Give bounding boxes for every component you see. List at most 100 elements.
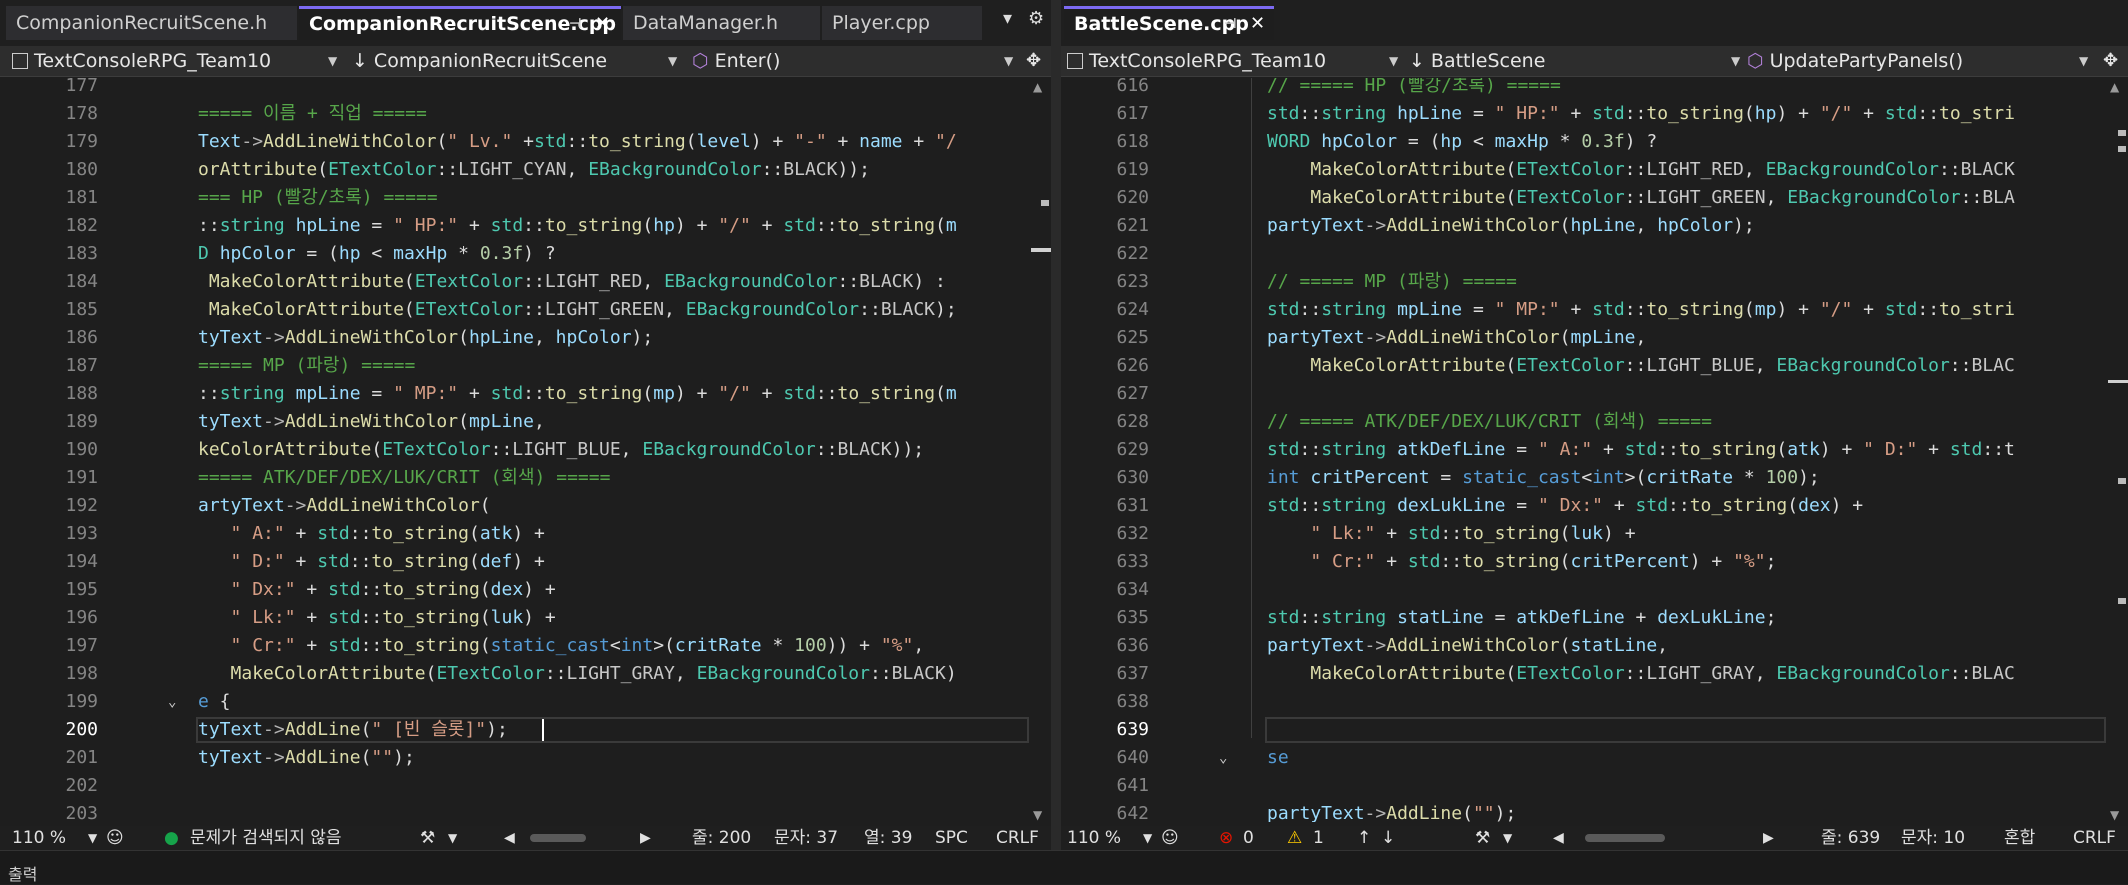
code-token: =	[1505, 439, 1538, 460]
project-dropdown[interactable]: TextConsoleRPG_Team10 ▼	[12, 46, 342, 76]
code-line: 198 MakeColorAttribute(ETextColor::LIGHT…	[0, 660, 1029, 688]
error-count[interactable]: 0	[1243, 826, 1254, 850]
next-issue-icon[interactable]: ↓	[1381, 826, 1395, 850]
vertical-scrollbar[interactable]: ▲ ▼	[2106, 78, 2128, 822]
scroll-left-icon[interactable]: ◀	[504, 826, 515, 850]
code-token: (	[479, 635, 491, 656]
tab-list-dropdown-icon[interactable]: ▾	[1003, 8, 1012, 29]
copilot-icon[interactable]: ☺	[106, 826, 124, 850]
project-dropdown[interactable]: TextConsoleRPG_Team10 ▼	[1067, 46, 1398, 76]
warning-icon[interactable]: ⚠	[1287, 826, 1302, 850]
line-number: 186	[65, 327, 98, 348]
scroll-up-icon[interactable]: ▲	[1033, 80, 1042, 94]
tab-battlescene-cpp[interactable]: BattleScene.cpp ⊣ ✕	[1064, 6, 1274, 40]
code-token: ,	[1635, 327, 1647, 348]
code-text: se	[1267, 744, 1289, 772]
code-token: +	[295, 635, 329, 656]
whitespace-indicator[interactable]: SPC	[935, 826, 968, 850]
code-token: ::	[349, 523, 372, 544]
chevron-down-icon[interactable]: ▼	[1143, 826, 1152, 850]
scroll-marker	[1041, 200, 1049, 206]
fold-toggle-icon[interactable]: ⌄	[168, 688, 176, 716]
code-token: ===== ATK/DEF/DEX/LUK/CRIT (회색) =====	[198, 467, 611, 488]
vertical-scrollbar[interactable]: ▲ ▼	[1029, 78, 1051, 822]
scope-dropdown[interactable]: ↓ BattleScene ▼	[1409, 46, 1744, 76]
code-line: 640 se ⌄	[1061, 744, 2106, 772]
chevron-down-icon[interactable]: ▼	[88, 826, 97, 850]
chevron-down-icon[interactable]: ▼	[448, 826, 457, 850]
output-panel-header[interactable]: 출력	[0, 850, 2128, 884]
code-token: );	[1494, 803, 1517, 822]
tab-companionrecruitscene-h[interactable]: CompanionRecruitScene.h	[6, 6, 297, 40]
code-token: partyText	[1267, 803, 1365, 822]
code-token: >(	[1624, 467, 1647, 488]
scope-dropdown[interactable]: ↓ CompanionRecruitScene ▼	[352, 46, 682, 76]
close-icon[interactable]: ✕	[595, 9, 610, 39]
code-token: hpLine	[295, 215, 361, 236]
scrollbar-thumb[interactable]	[1031, 248, 1051, 252]
code-text: " Cr:" + std::to_string(critPercent) + "…	[1267, 548, 1776, 576]
code-token: (	[1776, 439, 1788, 460]
scroll-down-icon[interactable]: ▼	[1033, 808, 1042, 822]
scroll-right-icon[interactable]: ▶	[1763, 826, 1774, 850]
line-number: 618	[1116, 131, 1149, 152]
code-token: (	[458, 411, 469, 432]
horizontal-scrollbar-thumb[interactable]	[530, 834, 586, 842]
close-icon[interactable]: ✕	[1250, 9, 1265, 39]
line-indicator[interactable]: 줄: 200	[692, 826, 751, 850]
code-token: ::	[523, 215, 545, 236]
tab-datamanager-h[interactable]: DataManager.h	[623, 6, 820, 40]
cleanup-icon[interactable]: ⚒	[1475, 826, 1490, 850]
code-text: int critPercent = static_cast<int>(critR…	[1267, 464, 1820, 492]
code-line: 642 partyText->AddLine("");	[1061, 800, 2106, 822]
scroll-right-icon[interactable]: ▶	[640, 826, 651, 850]
code-token: hpLine	[1570, 215, 1636, 236]
tab-player-cpp[interactable]: Player.cpp	[822, 6, 982, 40]
previous-issue-icon[interactable]: ↑	[1357, 826, 1371, 850]
zoom-level[interactable]: 110 %	[1067, 826, 1121, 850]
issues-status[interactable]: 문제가 검색되지 않음	[190, 826, 342, 850]
scope-label: BattleScene	[1430, 50, 1546, 72]
tab-companionrecruitscene-cpp[interactable]: CompanionRecruitScene.cpp ⊣ ✕	[299, 6, 621, 40]
line-ending-indicator[interactable]: CRLF	[2073, 826, 2116, 850]
code-text: MakeColorAttribute(ETextColor::LIGHT_GRE…	[198, 296, 957, 324]
horizontal-scrollbar-thumb[interactable]	[1585, 834, 1665, 842]
line-number: 626	[1116, 355, 1149, 376]
error-icon[interactable]: ⊗	[1219, 826, 1233, 850]
line-indicator[interactable]: 줄: 639	[1821, 826, 1880, 850]
pin-icon[interactable]: ⊣	[569, 9, 582, 39]
line-ending-indicator[interactable]: CRLF	[996, 826, 1039, 850]
scrollbar-thumb[interactable]	[2108, 380, 2128, 383]
code-editor[interactable]: 616// ===== HP (빨강/초록) ===== 617 std::stri…	[1061, 78, 2106, 822]
member-dropdown[interactable]: ⬡ UpdatePartyPanels() ▼	[1747, 46, 2092, 76]
copilot-icon[interactable]: ☺	[1161, 826, 1179, 850]
split-editor-icon[interactable]: ✥	[2103, 46, 2118, 76]
warning-count[interactable]: 1	[1313, 826, 1324, 850]
code-token: dex	[1798, 495, 1831, 516]
scroll-up-icon[interactable]: ▲	[2110, 80, 2119, 94]
code-editor[interactable]: 177 178 ===== 이름 + 직업 ===== 179 Text->AddLin…	[0, 78, 1029, 822]
code-token: LIGHT_GRAY	[1646, 663, 1755, 684]
tab-label: CompanionRecruitScene.h	[16, 12, 268, 34]
split-editor-icon[interactable]: ✥	[1026, 46, 1041, 76]
zoom-level[interactable]: 110 %	[12, 826, 66, 850]
scroll-left-icon[interactable]: ◀	[1553, 826, 1564, 850]
pane-splitter[interactable]	[1051, 0, 1061, 850]
code-token: std	[1884, 299, 1918, 320]
line-number: 633	[1116, 551, 1149, 572]
gear-icon[interactable]: ⚙	[1028, 8, 1044, 29]
mixed-indicator[interactable]: 혼합	[2004, 826, 2035, 850]
cleanup-icon[interactable]: ⚒	[420, 826, 435, 850]
pin-icon[interactable]: ⊣	[1224, 9, 1237, 39]
code-token: LIGHT_GRAY	[566, 663, 675, 684]
chevron-down-icon[interactable]: ▼	[1503, 826, 1512, 850]
fold-toggle-icon[interactable]: ⌄	[1219, 744, 1227, 772]
code-token: " HP:"	[1494, 103, 1560, 124]
code-token: +	[284, 523, 318, 544]
code-token: Text	[198, 131, 242, 152]
scroll-down-icon[interactable]: ▼	[2110, 808, 2119, 822]
member-dropdown[interactable]: ⬡ Enter() ▼	[692, 46, 1017, 76]
code-text: tyText->AddLine("");	[198, 744, 415, 772]
